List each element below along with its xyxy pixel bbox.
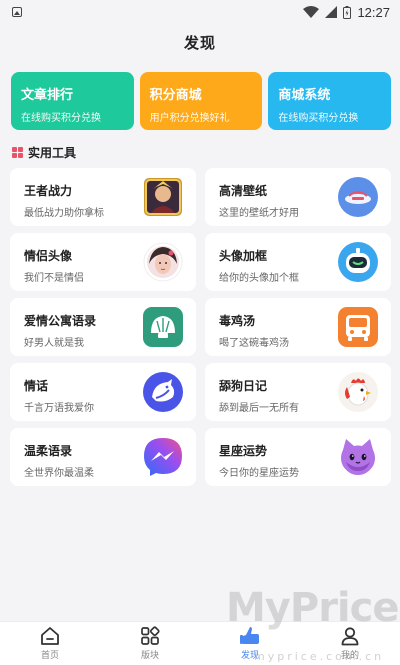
wifi-icon [303,6,320,18]
nav-sections[interactable]: 版块 [110,626,190,661]
nav-home[interactable]: 首页 [10,626,90,661]
promo-row: 文章排行 在线购买积分兑换 积分商城 用户积分兑换好礼 商城系统 在线购买积分兑… [11,72,392,130]
user-icon [341,627,359,646]
promo-title: 商城系统 [278,88,331,103]
nav-label: 首页 [40,651,59,661]
tool-card-avatar-frame[interactable]: 头像加框 给你的头像加个框 [205,233,391,291]
promo-subtitle: 在线购买积分兑换 [278,113,359,124]
status-bar: 12:27 [0,0,400,24]
tool-card-poison-chicken-soup[interactable]: 毒鸡汤 喝了这碗毒鸡汤 [205,298,391,356]
tool-card-gentle-quotes[interactable]: 温柔语录 全世界你最温柔 [10,428,196,486]
tool-card-love-words[interactable]: 情话 千言万语我爱你 [10,363,196,421]
purple-cat-icon [337,436,379,478]
tool-card-love-apartment-quotes[interactable]: 爱情公寓语录 好男人就是我 [10,298,196,356]
couple-avatar-icon [142,241,184,283]
tool-card-simp-diary[interactable]: 舔狗日记 舔到最后一无所有 [205,363,391,421]
nav-discover[interactable]: 发现 [210,626,290,661]
bus-app-icon [337,306,379,348]
section-heading: 实用工具 [12,143,76,161]
promo-subtitle: 用户积分兑换好礼 [149,113,230,124]
promo-title: 积分商城 [149,88,202,103]
nav-mine[interactable]: 我的 [310,626,390,661]
home-icon [41,627,59,645]
promo-card-points-mall[interactable]: 积分商城 用户积分兑换好礼 [139,72,263,130]
tool-card-couple-avatar[interactable]: 情侣头像 我们不是情侣 [10,233,196,291]
tool-card-king-power[interactable]: 王者战力 最低战力助你拿标 [10,168,196,226]
nav-label: 发现 [240,651,259,661]
avatar-frame-robot-icon [337,241,379,283]
notification-app-icon [12,7,22,17]
messenger-icon [142,436,184,478]
shark-app-icon [142,371,184,413]
battery-icon [343,5,352,19]
grid-squares-icon [12,146,23,158]
section-title: 实用工具 [28,145,77,160]
promo-card-article-ranking[interactable]: 文章排行 在线购买积分兑换 [11,72,134,130]
game-hero-avatar-icon [142,176,184,218]
nav-label: 我的 [340,651,359,661]
page-title: 发现 [183,33,216,52]
discover-hand-icon [240,627,259,644]
nav-label: 版块 [140,651,159,661]
app-header: 发现 [0,24,400,60]
promo-card-mall-system[interactable]: 商城系统 在线购买积分兑换 [268,72,392,130]
promo-title: 文章排行 [21,88,74,103]
tools-grid: 王者战力 最低战力助你拿标 高清壁纸 这里的壁纸才好用 情侣头像 我们不是情侣 … [10,168,392,486]
wallpaper-app-icon [337,176,379,218]
promo-subtitle: 在线购买积分兑换 [21,113,101,124]
rooster-icon [337,371,379,413]
tool-card-hd-wallpaper[interactable]: 高清壁纸 这里的壁纸才好用 [205,168,391,226]
bottom-nav: 首页 版块 发现 我的 [0,621,400,665]
grid-icon [141,626,160,645]
signal-icon [325,6,338,18]
status-time: 12:27 [357,4,390,20]
shell-app-icon [142,306,184,348]
tool-card-horoscope[interactable]: 星座运势 今日你的星座运势 [205,428,391,486]
